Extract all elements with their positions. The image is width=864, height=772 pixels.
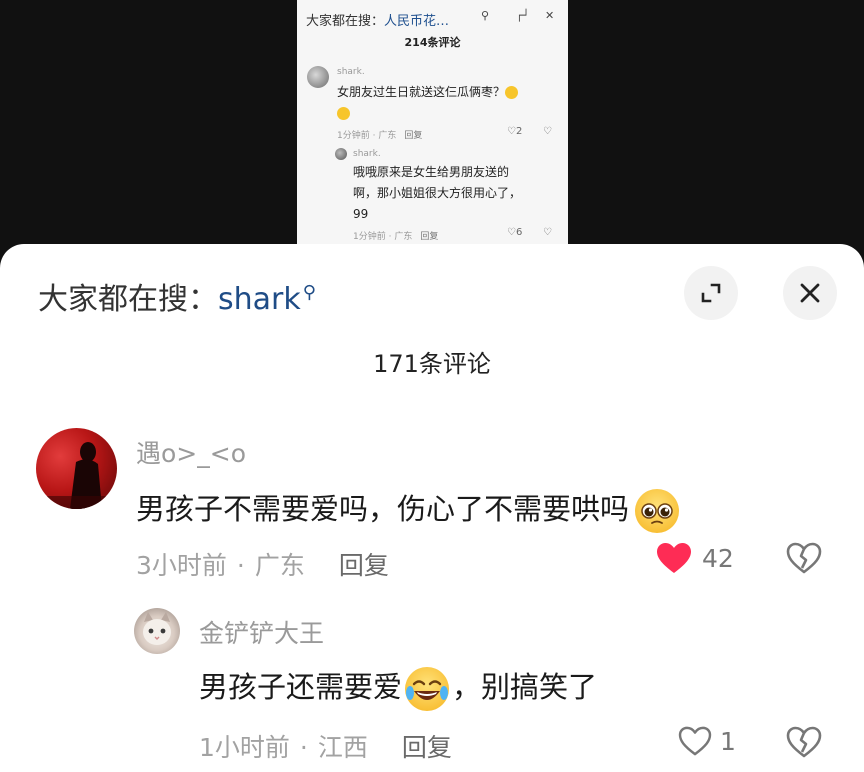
reply-meta: 1小时前 · 江西 回复	[199, 728, 452, 764]
inset-reply-dislike-button[interactable]: ♡	[543, 227, 552, 238]
broken-heart-icon: ♡	[543, 227, 552, 238]
heart-outline-icon: ♡	[507, 126, 516, 137]
inset-reply-like-button[interactable]: ♡6	[507, 227, 522, 238]
meta-separator: ·	[299, 733, 308, 762]
comment-sheet: 大家都在搜：shark ⚲ 171条评论 遇o>_<o 男孩子不需要爱吗，伤心了不…	[0, 244, 864, 772]
comment-count: 171条评论	[373, 350, 491, 378]
heart-filled-icon	[657, 543, 691, 573]
inset-reply-button[interactable]: 回复	[404, 131, 422, 141]
reply-like-button[interactable]: 1	[678, 726, 736, 756]
inset-expand-icon[interactable]: ┌┘	[516, 9, 529, 22]
inset-reply-like-count: 6	[515, 227, 523, 238]
inset-reply-time: 1分钟前	[353, 232, 386, 242]
inset-like-button[interactable]: ♡2	[507, 126, 522, 137]
broken-heart-icon	[786, 542, 822, 574]
reply-time: 1小时前	[199, 733, 290, 762]
inset-search-icon: ⚲	[481, 9, 490, 22]
meta-separator: ·	[236, 551, 245, 580]
inset-search-header[interactable]: 大家都在搜：人民币花…	[306, 10, 449, 29]
comment-text: 男孩子不需要爱吗，伤心了不需要哄吗	[136, 486, 680, 533]
heart-outline-icon: ♡	[507, 227, 516, 238]
search-suggestion[interactable]: 大家都在搜：shark ⚲	[38, 274, 316, 318]
inset-reply-location: 广东	[394, 232, 413, 242]
inset-reply-author[interactable]: shark.	[353, 149, 381, 159]
like-button[interactable]: 42	[656, 542, 734, 574]
inset-comment-meta: 1分钟前 · 广东 回复	[337, 131, 423, 141]
expand-icon	[701, 283, 721, 303]
comment-author[interactable]: 遇o>_<o	[136, 434, 246, 470]
inset-comment-author[interactable]: shark.	[337, 67, 365, 77]
inset-comment-location: 广东	[378, 131, 397, 141]
inset-avatar[interactable]	[307, 66, 329, 88]
inset-search-prefix: 大家都在搜：	[306, 14, 385, 29]
inset-reply-avatar[interactable]	[335, 148, 347, 160]
search-prefix: 大家都在搜：	[38, 282, 218, 317]
comment-meta: 3小时前 · 广东 回复	[136, 546, 389, 582]
reply-text-before: 男孩子还需要爱	[199, 670, 403, 704]
comment-location: 广东	[254, 551, 305, 580]
inset-reply-meta: 1分钟前 · 广东 回复	[353, 232, 439, 242]
cat-avatar	[143, 612, 171, 645]
broken-heart-icon	[786, 726, 822, 758]
inset-search-query: 人民币花…	[384, 14, 450, 29]
reply-dislike-button[interactable]	[786, 726, 822, 762]
search-icon: ⚲	[302, 282, 316, 303]
laughing-emoji-icon	[337, 107, 350, 120]
inset-dislike-button[interactable]: ♡	[543, 126, 552, 137]
broken-heart-icon: ♡	[543, 126, 552, 137]
reply-like-count: 1	[720, 726, 736, 756]
close-icon	[800, 283, 820, 303]
inset-like-count: 2	[515, 126, 523, 137]
pleading-face-emoji-icon	[635, 489, 680, 533]
inset-reply-text: 哦哦原来是女生给男朋友送的 啊，那小姐姐很大方很用心了， 99	[353, 162, 521, 225]
inset-reply-line: 啊，那小姐姐很大方很用心了，	[353, 186, 522, 200]
inset-comment-text: 女朋友过生日就送这仨瓜俩枣？	[337, 82, 519, 124]
laughing-tears-emoji-icon	[405, 667, 450, 711]
reply-text-after: ，别搞笑了	[452, 670, 598, 704]
reply-author[interactable]: 金铲铲大王	[199, 614, 324, 650]
inset-reply-line: 99	[353, 207, 369, 221]
dislike-button[interactable]	[786, 542, 822, 578]
comment-text-content: 男孩子不需要爱吗，伤心了不需要哄吗	[136, 492, 630, 526]
heart-outline-icon	[678, 726, 712, 756]
close-button[interactable]	[783, 266, 837, 320]
avatar[interactable]	[36, 428, 117, 509]
inset-close-icon[interactable]: ✕	[545, 9, 554, 22]
inset-reply-reply-button[interactable]: 回复	[420, 232, 438, 242]
inset-screenshot: 大家都在搜：人民币花… ⚲ ┌┘ ✕ 214条评论 shark. 女朋友过生日就…	[297, 0, 568, 244]
silhouette-figure	[36, 442, 117, 509]
reply-avatar[interactable]	[134, 608, 180, 654]
inset-comment-time: 1分钟前	[337, 131, 370, 141]
inset-reply-line: 哦哦原来是女生给男朋友送的	[353, 165, 510, 179]
inset-comment-text-span: 女朋友过生日就送这仨瓜俩枣？	[337, 85, 506, 99]
reply-text: 男孩子还需要爱 ，别搞笑了	[199, 664, 597, 711]
search-keyword[interactable]: shark	[218, 282, 301, 317]
expand-button[interactable]	[684, 266, 738, 320]
like-count: 42	[702, 543, 734, 573]
inset-comment-count: 214条评论	[404, 36, 461, 49]
laughing-emoji-icon	[505, 86, 519, 99]
comment-time: 3小时前	[136, 551, 227, 580]
reply-location: 江西	[317, 733, 368, 762]
reply-reply-button[interactable]: 回复	[402, 733, 452, 762]
reply-button[interactable]: 回复	[339, 551, 389, 580]
